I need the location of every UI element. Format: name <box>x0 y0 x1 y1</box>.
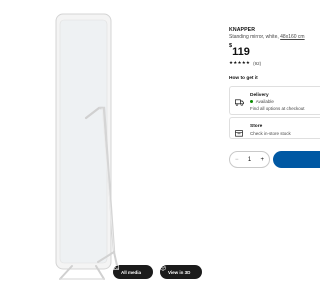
product-description: Standing mirror, white, 48x160 cm <box>229 34 305 40</box>
store-icon <box>235 124 243 142</box>
how-to-get-heading: How to get it <box>229 76 258 81</box>
view-in-3d-button[interactable]: View in 3D <box>160 265 202 279</box>
store-note: Check in-store stock <box>250 130 291 136</box>
delivery-note: Find all options at checkout <box>250 105 305 111</box>
increase-quantity-button[interactable]: + <box>260 157 264 163</box>
add-to-bag-button[interactable] <box>273 151 320 168</box>
all-media-button[interactable]: All media <box>113 265 153 279</box>
rating-count: (92) <box>253 60 262 66</box>
product-gallery[interactable]: All media View in 3D <box>0 0 222 282</box>
decrease-quantity-button[interactable]: − <box>235 157 239 163</box>
product-name: KNAPPER <box>229 27 256 33</box>
store-option-card[interactable]: Store Check in-store stock <box>229 117 320 139</box>
mirror-image <box>55 13 119 280</box>
quantity-stepper: − 1 + <box>229 151 270 168</box>
store-title: Store <box>250 124 263 129</box>
product-price: $119 <box>229 42 250 60</box>
price-amount: 119 <box>232 46 250 58</box>
truck-icon <box>235 93 244 111</box>
rating-summary[interactable]: ★★★★★ (92) <box>229 60 261 66</box>
price-currency: $ <box>229 43 233 49</box>
delivery-availability: Available <box>250 99 274 104</box>
product-info-panel: KNAPPER Standing mirror, white, 48x160 c… <box>229 0 320 282</box>
quantity-value[interactable]: 1 <box>248 157 251 163</box>
rating-stars: ★★★★★ <box>229 60 251 65</box>
delivery-title: Delivery <box>250 93 269 98</box>
delivery-status: Available <box>255 99 274 104</box>
product-description-text: Standing mirror, white, <box>229 34 279 40</box>
all-media-label: All media <box>121 269 142 275</box>
available-status-dot <box>250 99 254 104</box>
delivery-option-card[interactable]: Delivery Available Find all options at c… <box>229 86 320 115</box>
product-dimensions-link[interactable]: 48x160 cm <box>280 34 304 40</box>
view-in-3d-label: View in 3D <box>168 269 191 275</box>
